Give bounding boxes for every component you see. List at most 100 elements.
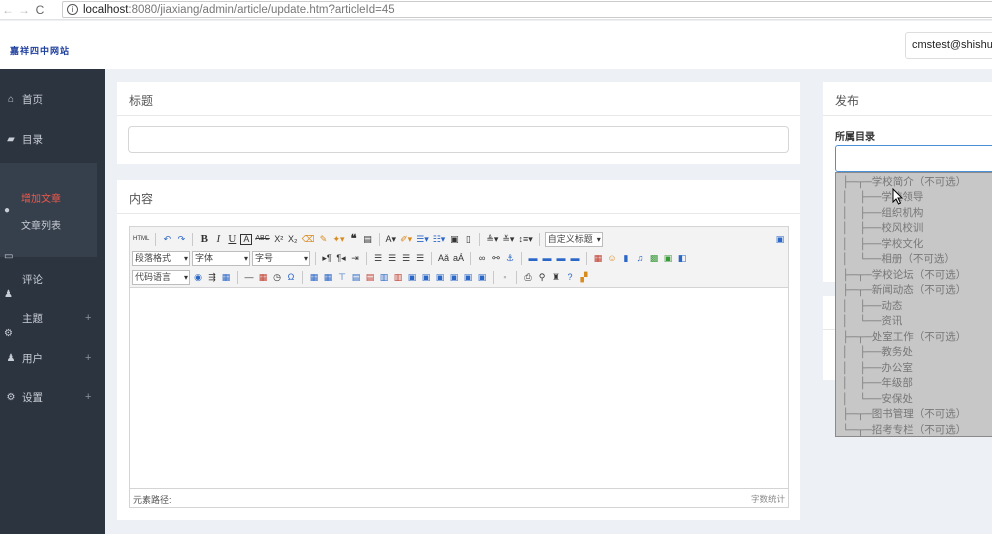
url-field[interactable]: i localhost:8080/jiaxiang/admin/article/… bbox=[62, 1, 992, 18]
editor-body[interactable] bbox=[130, 288, 788, 488]
indent-icon[interactable]: ⇥ bbox=[349, 251, 361, 265]
unlink-icon[interactable]: ⚯ bbox=[490, 251, 502, 265]
submenu-article-list[interactable]: 文章列表 bbox=[0, 214, 97, 234]
user-menu[interactable]: cmstest@shishu bbox=[905, 32, 992, 59]
help-icon[interactable]: ? bbox=[564, 270, 576, 284]
rtl-icon[interactable]: ¶◂ bbox=[335, 251, 347, 265]
insert-time-icon[interactable]: ◷ bbox=[271, 270, 283, 284]
fullscreen-icon[interactable]: ▣ bbox=[774, 232, 786, 246]
snapscreen-icon[interactable]: ▦ bbox=[220, 270, 232, 284]
category-option[interactable]: │ ├──动态 bbox=[842, 298, 902, 313]
video-icon[interactable]: ▮ bbox=[620, 251, 632, 265]
ltr-icon[interactable]: ▸¶ bbox=[321, 251, 333, 265]
delete-table-icon[interactable]: ▦ bbox=[322, 270, 334, 284]
merge-right-icon[interactable]: ▣ bbox=[420, 270, 432, 284]
back-arrow-icon[interactable]: ← bbox=[0, 3, 16, 17]
to-uppercase-icon[interactable]: Aǎ bbox=[437, 251, 450, 265]
insert-date-icon[interactable]: ▦ bbox=[257, 270, 269, 284]
category-select[interactable] bbox=[835, 145, 992, 172]
blockquote-icon[interactable]: ❝ bbox=[348, 232, 360, 246]
split-cells-icon[interactable]: ▣ bbox=[448, 270, 460, 284]
merge-cells-icon[interactable]: ▣ bbox=[406, 270, 418, 284]
undo-icon[interactable]: ↶ bbox=[161, 232, 173, 246]
custom-heading-select[interactable]: 自定义标题 bbox=[544, 231, 603, 247]
delete-row-icon[interactable]: ▤ bbox=[364, 270, 376, 284]
category-option[interactable]: │ ├──组织机构 bbox=[842, 205, 923, 220]
emotion-icon[interactable]: ☺ bbox=[606, 251, 618, 265]
italic-icon[interactable]: I bbox=[212, 232, 224, 246]
template-icon[interactable]: ◧ bbox=[676, 251, 688, 265]
font-family-select[interactable]: 字体 bbox=[192, 250, 250, 266]
insert-paragraph-before-table-icon[interactable]: ⊤ bbox=[336, 270, 348, 284]
ordered-list-icon[interactable]: ☰▾ bbox=[415, 232, 430, 246]
forward-arrow-icon[interactable]: → bbox=[16, 3, 32, 17]
align-justify-icon[interactable]: ☰ bbox=[414, 251, 426, 265]
background-color-icon[interactable]: ✐▾ bbox=[399, 232, 413, 246]
drafts-icon[interactable]: ▞ bbox=[578, 270, 590, 284]
background-icon[interactable]: ◉ bbox=[192, 270, 204, 284]
merge-down-icon[interactable]: ▣ bbox=[434, 270, 446, 284]
subscript-icon[interactable]: X₂ bbox=[287, 232, 299, 246]
category-option[interactable]: └─┬─招考专栏（不可选） bbox=[842, 422, 966, 437]
preview-icon[interactable]: ⚲ bbox=[536, 270, 548, 284]
special-chars-icon[interactable]: Ω bbox=[285, 270, 297, 284]
font-color-icon[interactable]: A▾ bbox=[385, 232, 398, 246]
insert-image-icon[interactable]: ▦ bbox=[592, 251, 604, 265]
sidebar-item-home[interactable]: ⌂ 首页 bbox=[0, 89, 105, 109]
page-break-icon[interactable]: ⇶ bbox=[206, 270, 218, 284]
sidebar-item-theme[interactable]: 主题 + bbox=[0, 308, 105, 328]
select-all-icon[interactable]: ▣ bbox=[448, 232, 460, 246]
code-language-select[interactable]: 代码语言 bbox=[132, 269, 190, 285]
sidebar-item-users[interactable]: ♟ 用户 + bbox=[0, 348, 105, 368]
row-spacing-top-icon[interactable]: ≜▾ bbox=[485, 232, 499, 246]
sidebar-item-settings[interactable]: ⚙ 设置 + bbox=[0, 387, 105, 407]
chart-icon[interactable]: ▪ bbox=[499, 270, 511, 284]
anchor-icon[interactable]: ⚓ bbox=[504, 251, 516, 265]
align-center-icon[interactable]: ☰ bbox=[386, 251, 398, 265]
align-right-icon[interactable]: ☰ bbox=[400, 251, 412, 265]
category-option[interactable]: │ ├──年级部 bbox=[842, 375, 913, 390]
info-icon[interactable]: i bbox=[67, 4, 78, 15]
music-icon[interactable]: ♫ bbox=[634, 251, 646, 265]
auto-format-icon[interactable]: ✦▾ bbox=[331, 232, 345, 246]
split-cols-icon[interactable]: ▣ bbox=[476, 270, 488, 284]
category-option[interactable]: ├─┬─处室工作（不可选） bbox=[842, 329, 966, 344]
image-none-icon[interactable]: ▬ bbox=[527, 251, 539, 265]
split-rows-icon[interactable]: ▣ bbox=[462, 270, 474, 284]
to-lowercase-icon[interactable]: aÁ bbox=[452, 251, 465, 265]
category-option[interactable]: │ ├──学校领导 bbox=[842, 189, 923, 204]
category-option[interactable]: │ ├──学校文化 bbox=[842, 236, 923, 251]
row-spacing-bottom-icon[interactable]: ≚▾ bbox=[501, 232, 515, 246]
redo-icon[interactable]: ↷ bbox=[175, 232, 187, 246]
reload-icon[interactable]: C bbox=[32, 3, 48, 17]
category-option[interactable]: │ └──资讯 bbox=[842, 313, 902, 328]
sidebar-item-catalog[interactable]: ▰ 目录 bbox=[0, 129, 105, 149]
font-border-icon[interactable]: A bbox=[240, 233, 253, 245]
line-height-icon[interactable]: ↕≡▾ bbox=[517, 232, 533, 246]
clear-document-icon[interactable]: ▯ bbox=[462, 232, 474, 246]
superscript-icon[interactable]: X² bbox=[273, 232, 285, 246]
category-option[interactable]: ├─┬─学校简介（不可选） bbox=[842, 174, 966, 189]
align-left-icon[interactable]: ☰ bbox=[372, 251, 384, 265]
site-logo[interactable]: 嘉祥四中网站 bbox=[10, 44, 70, 57]
submenu-add-article[interactable]: 增加文章 bbox=[0, 187, 97, 207]
category-option[interactable]: │ └──安保处 bbox=[842, 391, 913, 406]
delete-col-icon[interactable]: ▥ bbox=[392, 270, 404, 284]
category-option[interactable]: │ └──相册（不可选） bbox=[842, 251, 955, 266]
bold-icon[interactable]: B bbox=[198, 232, 210, 246]
font-size-select[interactable]: 字号 bbox=[252, 250, 310, 266]
title-input[interactable] bbox=[128, 126, 789, 153]
attachment-icon[interactable]: ▩ bbox=[648, 251, 660, 265]
print-icon[interactable]: ⎙ bbox=[522, 270, 534, 284]
horizontal-rule-icon[interactable]: — bbox=[243, 270, 255, 284]
image-left-icon[interactable]: ▬ bbox=[541, 251, 553, 265]
search-replace-icon[interactable]: ♜ bbox=[550, 270, 562, 284]
paste-plain-icon[interactable]: ▤ bbox=[362, 232, 374, 246]
category-option[interactable]: ├─┬─图书管理（不可选） bbox=[842, 406, 966, 421]
underline-icon[interactable]: U bbox=[226, 232, 238, 246]
eraser-icon[interactable]: ⌫ bbox=[301, 232, 316, 246]
sidebar-item-comments[interactable]: 评论 bbox=[0, 269, 105, 289]
unordered-list-icon[interactable]: ☷▾ bbox=[432, 232, 447, 246]
insert-table-icon[interactable]: ▦ bbox=[308, 270, 320, 284]
strikethrough-icon[interactable]: ABC bbox=[254, 232, 270, 246]
